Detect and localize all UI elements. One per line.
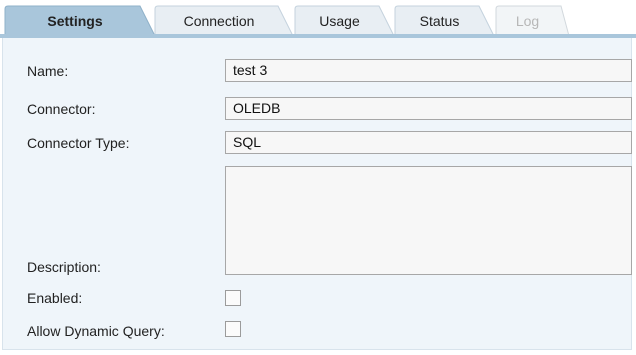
allow-dynamic-query-label: Allow Dynamic Query: [27,323,165,339]
allow-dynamic-query-checkbox[interactable] [225,321,241,337]
description-label: Description: [27,259,101,275]
description-textarea[interactable] [225,166,632,275]
tab-bar: Settings Connection Usage Status Log [0,0,636,38]
connector-type-field[interactable]: SQL [225,131,632,154]
settings-panel: Name: test 3 Connector: OLEDB Connector … [2,38,632,350]
enabled-checkbox[interactable] [225,290,241,306]
tab-connection[interactable]: Connection [154,5,294,37]
tab-status-label: Status [419,13,460,29]
tab-log-label: Log [515,13,540,29]
tab-connection-label: Connection [183,13,255,29]
connector-type-label: Connector Type: [27,135,130,151]
tab-usage-label: Usage [319,13,360,29]
name-label: Name: [27,63,69,79]
tab-status[interactable]: Status [394,5,495,37]
tab-settings[interactable]: Settings [4,5,156,37]
enabled-label: Enabled: [27,290,83,306]
connector-label: Connector: [27,101,96,117]
tab-settings-label: Settings [47,13,103,29]
tab-usage[interactable]: Usage [294,5,395,37]
name-field[interactable]: test 3 [225,59,632,82]
connector-field[interactable]: OLEDB [225,97,632,120]
tab-log: Log [495,5,570,37]
